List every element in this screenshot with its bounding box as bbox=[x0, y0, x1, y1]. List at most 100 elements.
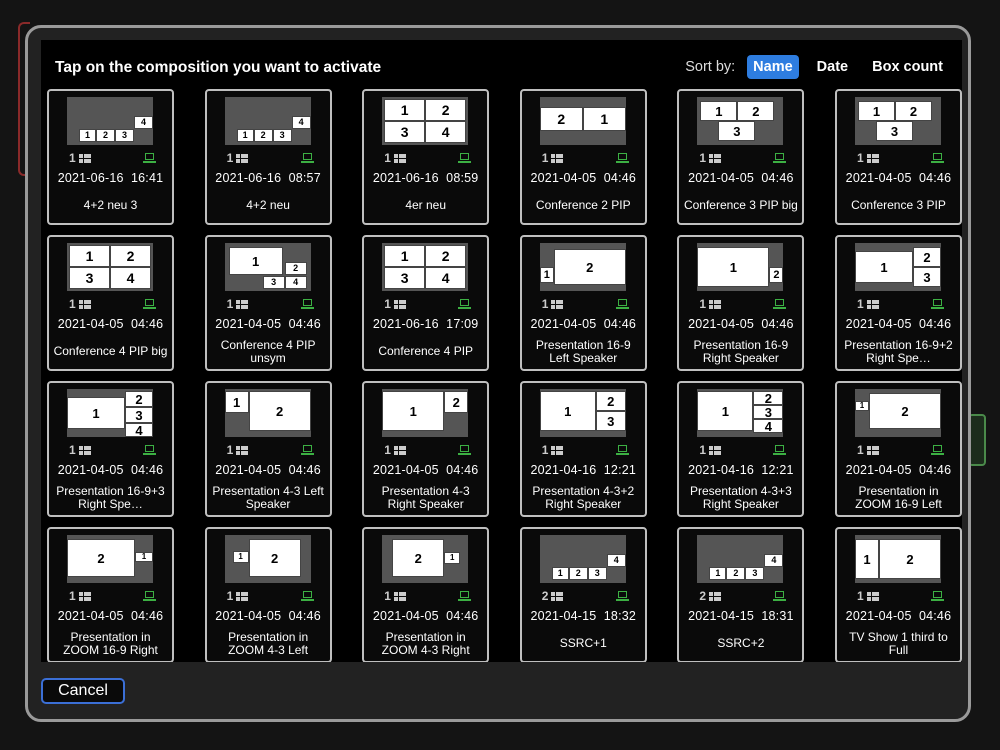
composition-thumbnail: 21 bbox=[382, 535, 469, 583]
composition-card[interactable]: 1 2 1 2021-04-05 04:46 Presentation in ZOOM … bbox=[834, 381, 962, 517]
layout-box: 2 bbox=[444, 391, 469, 413]
layout-box: 4 bbox=[425, 267, 467, 289]
grid-icon bbox=[866, 591, 879, 601]
layout-box: 2 bbox=[912, 247, 941, 267]
composition-card[interactable]: 1 2 1 2021-04-05 04:46 Presentation 4-3 Righ… bbox=[362, 381, 490, 517]
layout-box: 3 bbox=[384, 121, 426, 143]
layout-box: 2 bbox=[425, 99, 467, 121]
layout-box: 1 bbox=[697, 391, 754, 431]
grid-icon bbox=[78, 153, 91, 163]
layout-box: 3 bbox=[384, 267, 426, 289]
composition-card[interactable]: 2 1 1 2021-04-05 04:46 Conference 2 PIP bbox=[519, 89, 647, 225]
box-count: 1 bbox=[542, 297, 564, 311]
box-count: 1 bbox=[227, 443, 249, 457]
composition-thumbnail: 1234 bbox=[67, 389, 153, 437]
box-count-value: 1 bbox=[69, 151, 76, 165]
laptop-icon bbox=[300, 152, 314, 164]
composition-card[interactable]: 1 2 3 4 1 2021-04-05 04:46 Conference 4 PIP bi… bbox=[47, 235, 174, 371]
composition-card[interactable]: 1 2 3 1 2021-04-05 04:46 Conference 3 PIP big bbox=[677, 89, 805, 225]
box-count: 1 bbox=[857, 443, 879, 457]
layout-box: 1 bbox=[582, 107, 626, 131]
composition-card[interactable]: 1 2 3 4 1 2021-04-05 04:46 Conference 4 PIP un… bbox=[204, 235, 332, 371]
composition-datetime: 2021-04-16 12:21 bbox=[530, 463, 637, 477]
box-count: 2 bbox=[542, 589, 564, 603]
layout-box: 3 bbox=[262, 276, 285, 289]
box-count: 1 bbox=[857, 151, 879, 165]
laptop-icon bbox=[143, 590, 156, 602]
grid-icon bbox=[393, 591, 406, 601]
box-count-value: 1 bbox=[856, 443, 864, 457]
layout-box: 3 bbox=[587, 567, 607, 580]
composition-card[interactable]: 1 2 1 2021-04-05 04:46 Presentation 4-3 Left… bbox=[204, 381, 332, 517]
composition-name: 4+2 neu 3 bbox=[83, 198, 138, 213]
grid-icon bbox=[866, 299, 879, 309]
layout-box: 2 bbox=[878, 539, 941, 579]
laptop-icon bbox=[300, 590, 314, 602]
laptop-icon bbox=[930, 590, 944, 602]
layout-box: 3 bbox=[875, 121, 913, 141]
layout-box: 3 bbox=[272, 129, 292, 142]
composition-card[interactable]: 1 2 1 2021-04-05 04:46 Presentation 16-9 Rig… bbox=[677, 235, 805, 371]
card-meta: 1 bbox=[69, 443, 156, 457]
composition-card[interactable]: 1 2 3 4 1 2021-06-16 08:57 4+2 neu bbox=[204, 89, 332, 225]
composition-card[interactable]: 1 2 3 4 1 2021-04-05 04:46 Presentation 16-9+3… bbox=[47, 381, 174, 517]
composition-card[interactable]: 1 2 1 2021-04-05 04:46 Presentation in ZOOM … bbox=[204, 527, 332, 662]
grid-icon bbox=[236, 591, 249, 601]
grid-icon bbox=[78, 445, 91, 455]
composition-card[interactable]: 1 2 3 1 2021-04-05 04:46 Conference 3 PIP bbox=[834, 89, 962, 225]
box-count: 1 bbox=[542, 151, 564, 165]
layout-box: 4 bbox=[125, 423, 153, 437]
composition-datetime: 2021-04-05 04:46 bbox=[688, 171, 794, 185]
composition-datetime: 2021-06-16 16:41 bbox=[57, 171, 164, 185]
composition-card[interactable]: 2 1 1 2021-04-05 04:46 Presentation in ZOOM … bbox=[47, 527, 174, 662]
laptop-icon bbox=[458, 590, 472, 602]
composition-card[interactable]: 1 2 3 4 2 2021-04-15 18:31 SSRC+2 bbox=[677, 527, 805, 662]
composition-datetime: 2021-04-05 04:46 bbox=[215, 463, 321, 477]
composition-thumbnail: 12 bbox=[854, 535, 941, 583]
composition-card[interactable]: 1 2 3 4 1 2021-06-16 16:41 4+2 neu 3 bbox=[47, 89, 174, 225]
layout-box: 4 bbox=[606, 554, 626, 567]
layout-box: 1 bbox=[384, 245, 426, 267]
dialog-title: Tap on the composition you want to activ… bbox=[55, 59, 382, 76]
box-count-value: 1 bbox=[699, 297, 707, 311]
laptop-icon bbox=[458, 298, 472, 310]
composition-card[interactable]: 1 2 3 1 2021-04-16 12:21 Presentation 4-3+2 R… bbox=[519, 381, 647, 517]
composition-card[interactable]: 1 2 1 2021-04-05 04:46 Presentation 16-9 Lef… bbox=[519, 235, 647, 371]
sort-by-name-button[interactable]: Name bbox=[747, 55, 799, 79]
grid-icon bbox=[866, 445, 879, 455]
composition-card[interactable]: 1 2 3 4 1 2021-06-16 08:59 4er neu bbox=[362, 89, 490, 225]
composition-name: SSRC+1 bbox=[559, 636, 607, 651]
composition-card[interactable]: 1 2 1 2021-04-05 04:46 TV Show 1 third to Fu… bbox=[834, 527, 962, 662]
card-meta: 1 bbox=[857, 443, 944, 457]
box-count-value: 1 bbox=[856, 151, 864, 165]
layout-box: 3 bbox=[115, 129, 134, 142]
composition-datetime: 2021-06-16 08:57 bbox=[215, 171, 321, 185]
composition-datetime: 2021-04-05 04:46 bbox=[530, 171, 637, 185]
layout-box: 1 bbox=[228, 247, 283, 275]
laptop-icon bbox=[615, 590, 629, 602]
composition-name: Presentation in ZOOM 16-9 Right bbox=[63, 629, 158, 657]
composition-card[interactable]: 2 1 1 2021-04-05 04:46 Presentation in ZOOM … bbox=[362, 527, 490, 662]
layout-box: 1 bbox=[709, 567, 727, 580]
grid-icon bbox=[236, 299, 249, 309]
sort-by-box-count-button[interactable]: Box count bbox=[866, 55, 949, 79]
composition-card[interactable]: 1 2 3 1 2021-04-05 04:46 Presentation 16-9+2 … bbox=[834, 235, 962, 371]
composition-datetime: 2021-04-05 04:46 bbox=[845, 171, 952, 185]
composition-card[interactable]: 1 2 3 4 1 2021-06-16 17:09 Conference 4 PIP bbox=[362, 235, 490, 371]
composition-name: 4+2 neu bbox=[246, 198, 290, 213]
sort-by-date-button[interactable]: Date bbox=[811, 55, 854, 79]
layout-box: 4 bbox=[134, 116, 153, 129]
composition-card[interactable]: 1 2 3 4 1 2021-04-16 12:21 Presentation 4-3+3 … bbox=[677, 381, 805, 517]
layout-box: 2 bbox=[568, 567, 588, 580]
cancel-button[interactable]: Cancel bbox=[41, 678, 125, 704]
card-meta: 2 bbox=[699, 589, 787, 603]
layout-box: 1 bbox=[236, 129, 254, 142]
box-count-value: 1 bbox=[856, 297, 864, 311]
layout-box: 3 bbox=[125, 407, 153, 423]
box-count-value: 1 bbox=[69, 443, 76, 457]
composition-datetime: 2021-04-05 04:46 bbox=[215, 609, 321, 623]
box-count-value: 1 bbox=[699, 151, 707, 165]
composition-card[interactable]: 1 2 3 4 2 2021-04-15 18:32 SSRC+1 bbox=[519, 527, 647, 662]
composition-datetime: 2021-04-05 04:46 bbox=[530, 317, 637, 331]
card-meta: 1 bbox=[384, 297, 472, 311]
